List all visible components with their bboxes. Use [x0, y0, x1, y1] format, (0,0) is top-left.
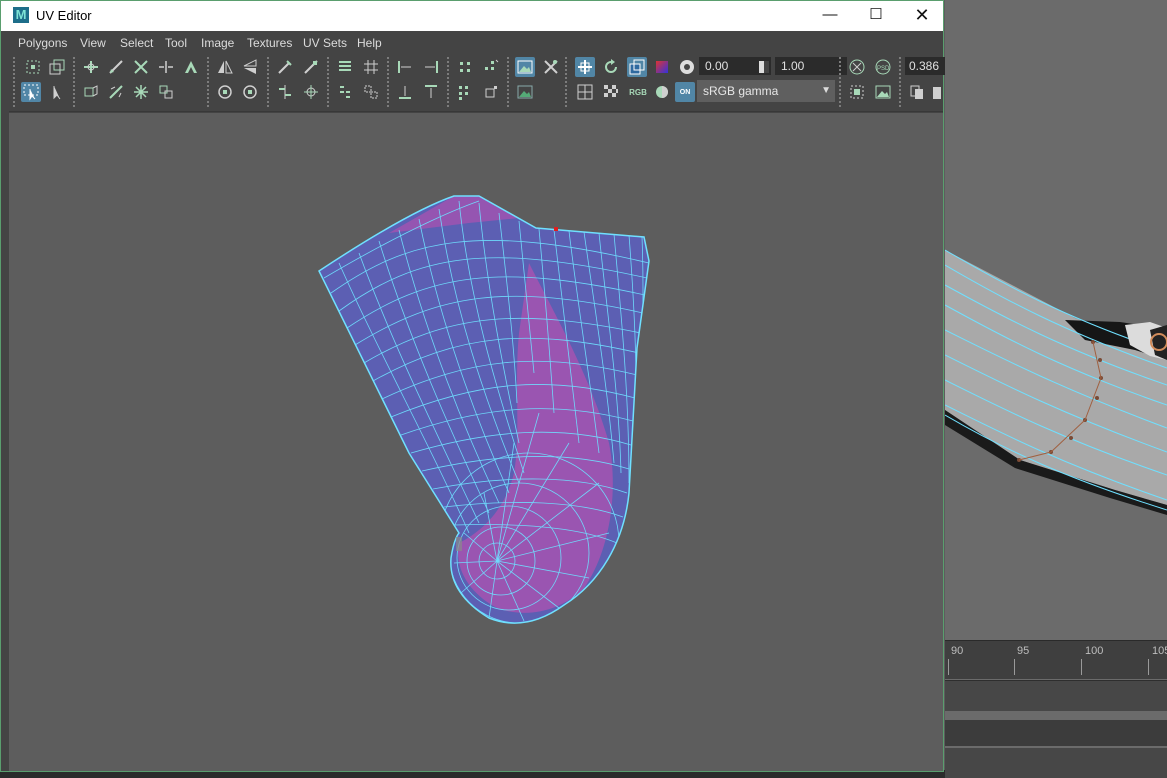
- menu-textures[interactable]: Textures: [247, 36, 292, 50]
- timeline-tick: 90: [951, 645, 964, 657]
- align-top-icon[interactable]: [421, 82, 441, 102]
- dim-image-icon[interactable]: [515, 82, 535, 102]
- checker-tiles-icon[interactable]: [601, 82, 621, 102]
- timeline-tick: 105: [1152, 645, 1167, 657]
- flip-v-icon[interactable]: [240, 57, 260, 77]
- menu-polygons[interactable]: Polygons: [18, 36, 67, 50]
- window-title: UV Editor: [36, 8, 92, 23]
- straighten-uv-icon[interactable]: [131, 82, 151, 102]
- shaded-uv-icon[interactable]: [627, 57, 647, 77]
- select-tool-icon[interactable]: [21, 82, 41, 102]
- gamma-field[interactable]: 1.00: [775, 57, 847, 75]
- maximize-button[interactable]: ☐: [853, 1, 899, 31]
- uv-toolbar: 0.00 1.00 RGB ON sRGB gamma ▼ PSD 0.386: [9, 53, 945, 112]
- grid-uv-icon[interactable]: [361, 57, 381, 77]
- align-left-icon[interactable]: [395, 57, 415, 77]
- uv-editor-window: M UV Editor — ☐ ✕ Polygons View Select T…: [0, 0, 945, 772]
- distribute-icon[interactable]: [335, 82, 355, 102]
- menu-help[interactable]: Help: [357, 36, 382, 50]
- close-button[interactable]: ✕: [899, 1, 945, 31]
- menu-view[interactable]: View: [80, 36, 106, 50]
- cut-uv-icon[interactable]: [81, 57, 101, 77]
- create-uv-shell-icon[interactable]: [181, 57, 201, 77]
- timeline-tick: 100: [1085, 645, 1104, 657]
- isolate-select-icon[interactable]: [541, 57, 561, 77]
- exposure-icon[interactable]: [677, 57, 697, 77]
- view-transform-dropdown[interactable]: sRGB gamma ▼: [697, 80, 835, 102]
- menu-uv-sets[interactable]: UV Sets: [303, 36, 347, 50]
- view-transform-value: sRGB gamma: [703, 84, 779, 98]
- smudge-uv-icon[interactable]: [275, 57, 295, 77]
- align-center-icon[interactable]: [301, 82, 321, 102]
- minimize-button[interactable]: —: [807, 1, 853, 31]
- color-management-toggle[interactable]: ON: [675, 82, 695, 102]
- psd-icon[interactable]: PSD: [873, 57, 893, 77]
- title-bar[interactable]: M UV Editor — ☐ ✕: [1, 1, 943, 31]
- pixel-value-field[interactable]: 0.386: [905, 57, 945, 75]
- uv-shell-select-icon[interactable]: [23, 57, 43, 77]
- texel-density-icon[interactable]: [847, 82, 867, 102]
- rotate-ccw-icon[interactable]: [215, 82, 235, 102]
- menu-tool[interactable]: Tool: [165, 36, 187, 50]
- shell-border-icon[interactable]: [481, 82, 501, 102]
- command-line[interactable]: [945, 720, 1167, 746]
- checker-grid-icon[interactable]: [575, 82, 595, 102]
- grid-display-icon[interactable]: [575, 57, 595, 77]
- tweak-tool-icon[interactable]: [47, 82, 67, 102]
- alpha-channel-icon[interactable]: [652, 82, 672, 102]
- image-snapshot-icon[interactable]: [873, 82, 893, 102]
- gamma-icon[interactable]: [754, 57, 774, 77]
- snap-together-icon[interactable]: [361, 82, 381, 102]
- move-and-sew-icon[interactable]: [156, 57, 176, 77]
- refresh-icon[interactable]: [601, 57, 621, 77]
- maya-app-icon: M: [13, 7, 29, 23]
- unfold-icon[interactable]: [81, 82, 101, 102]
- menu-bar: Polygons View Select Tool Image Textures…: [9, 33, 943, 53]
- range-slider[interactable]: [945, 680, 1167, 711]
- svg-text:PSD: PSD: [877, 66, 890, 72]
- convert-selection-icon[interactable]: [481, 57, 501, 77]
- menu-select[interactable]: Select: [120, 36, 153, 50]
- uv-distortion-icon[interactable]: [847, 57, 867, 77]
- flip-u-icon[interactable]: [215, 57, 235, 77]
- stack-shells-icon[interactable]: [335, 57, 355, 77]
- align-u-min-icon[interactable]: [275, 82, 295, 102]
- pin-uv-icon[interactable]: [301, 57, 321, 77]
- menu-image[interactable]: Image: [201, 36, 234, 50]
- timeline-tick: 95: [1017, 645, 1030, 657]
- rgb-channels-icon[interactable]: RGB: [626, 82, 650, 102]
- align-right-icon[interactable]: [421, 57, 441, 77]
- paste-uv-icon[interactable]: [931, 82, 941, 102]
- shell-dots-icon[interactable]: [455, 57, 475, 77]
- optimize-icon[interactable]: [106, 82, 126, 102]
- distortion-shader-icon[interactable]: [652, 57, 672, 77]
- rotate-cw-icon[interactable]: [240, 82, 260, 102]
- align-bottom-icon[interactable]: [395, 82, 415, 102]
- copy-uv-icon[interactable]: [907, 82, 927, 102]
- help-line: [945, 748, 1167, 778]
- time-slider[interactable]: 90 95 100 105: [945, 640, 1167, 679]
- chevron-down-icon: ▼: [821, 85, 831, 96]
- display-image-icon[interactable]: [515, 57, 535, 77]
- grid-dots-icon[interactable]: [455, 82, 475, 102]
- sew-uv-icon[interactable]: [131, 57, 151, 77]
- cut-tool-icon[interactable]: [106, 57, 126, 77]
- selected-uv-vertex[interactable]: [554, 227, 558, 231]
- uv-texture-canvas[interactable]: [9, 113, 943, 771]
- layout-icon[interactable]: [156, 82, 176, 102]
- uv-border-select-icon[interactable]: [47, 57, 67, 77]
